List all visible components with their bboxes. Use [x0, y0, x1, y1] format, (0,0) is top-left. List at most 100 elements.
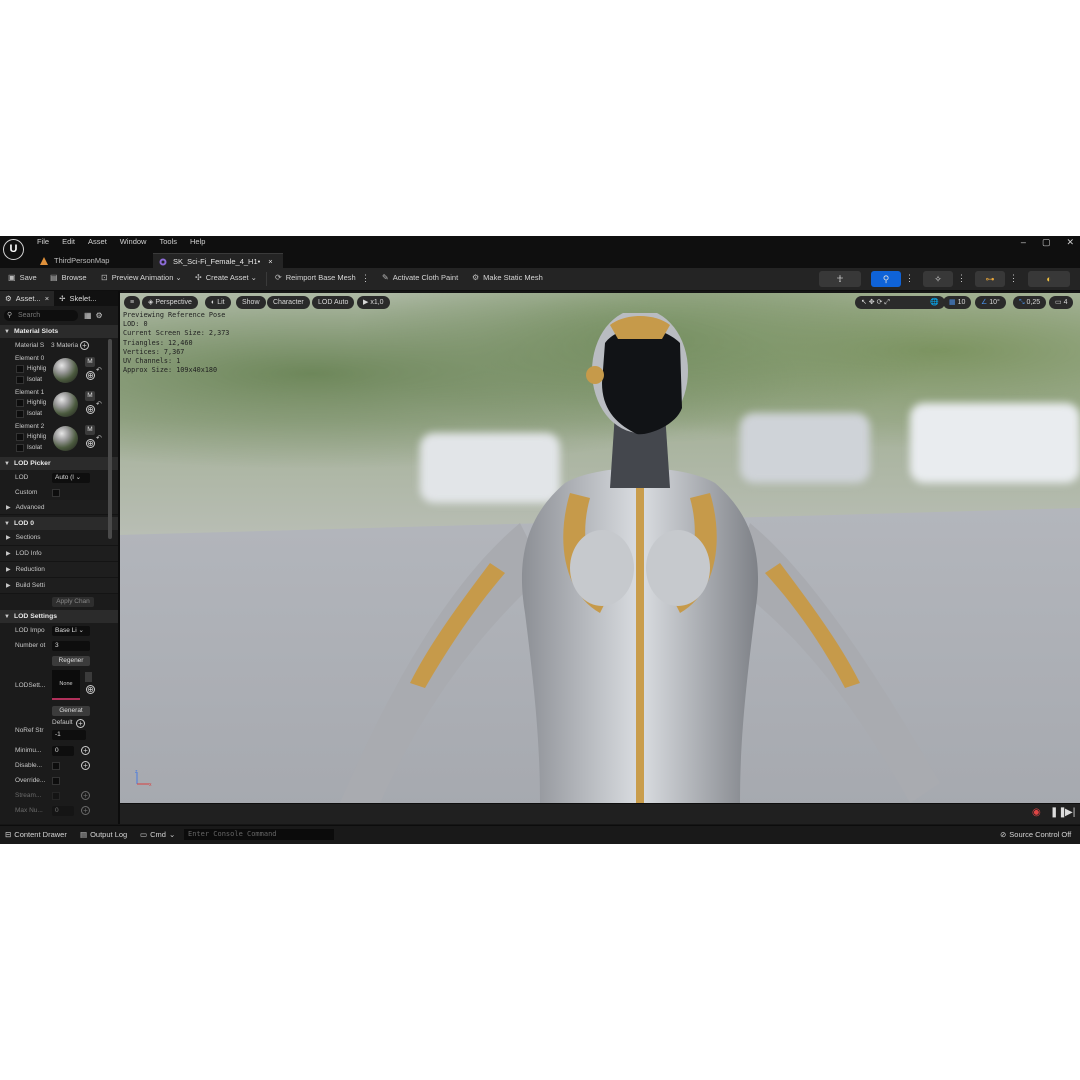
details-search-input[interactable]: ⚲ Search — [4, 310, 78, 321]
activate-cloth-paint-button[interactable]: ✎ Activate Cloth Paint — [382, 273, 458, 282]
tab-thirdpersonmap[interactable]: ThirdPersonMap — [34, 253, 115, 268]
custom-checkbox[interactable] — [52, 489, 60, 497]
menu-help[interactable]: Help — [190, 237, 205, 246]
reset-arrow-icon[interactable]: ↶ — [96, 434, 102, 442]
details-scrollbar[interactable] — [108, 339, 112, 539]
material-thumbnail[interactable] — [53, 426, 78, 451]
reimport-options-icon[interactable]: ⋮ — [361, 273, 370, 284]
lod-dropdown[interactable]: Auto (l ⌄ — [52, 473, 90, 483]
save-button[interactable]: ▣ Save — [8, 273, 37, 282]
tab-asset-details[interactable]: ⚙ Asset... × — [0, 291, 55, 306]
preview-animation-button[interactable]: ⊡ Preview Animation ⌄ — [101, 273, 182, 282]
browse-asset-icon[interactable]: ⊕ — [86, 685, 95, 694]
advanced-row[interactable]: ▶ Advanced — [0, 500, 118, 515]
lod-import-dropdown[interactable]: Base Li ⌄ — [52, 626, 90, 636]
create-asset-button[interactable]: ✣ Create Asset ⌄ — [195, 273, 257, 282]
lod-settings-thumbnail[interactable]: None — [52, 670, 80, 700]
section-material-slots[interactable]: ▼ Material Slots — [0, 325, 118, 338]
camera-speed-button[interactable]: ▭ 4 — [1049, 296, 1074, 309]
add-override-icon[interactable]: + — [81, 761, 90, 770]
preview-viewport[interactable]: ≡ ◈ Perspective ◐ Lit Show Character LOD… — [120, 293, 1080, 803]
apply-changes-button[interactable]: Apply Chan — [52, 597, 94, 607]
add-override-icon[interactable]: + — [81, 746, 90, 755]
tab-skeletal-mesh[interactable]: SK_Sci-Fi_Female_4_H1• × — [153, 253, 283, 269]
cmd-dropdown[interactable]: ▭ Cmd ⌄ — [140, 830, 175, 839]
max-num-input[interactable]: 0 — [52, 806, 74, 816]
scale-snap-button[interactable]: ⤡ 0,25 — [1013, 296, 1047, 309]
material-thumbnail[interactable] — [53, 392, 78, 417]
reset-arrow-icon[interactable]: ↶ — [96, 366, 102, 374]
perspective-button[interactable]: ◈ Perspective — [142, 296, 198, 309]
animation-mode-button[interactable]: ✧ — [923, 271, 953, 287]
material-picker[interactable]: M — [85, 391, 95, 401]
source-control-button[interactable]: ⊘ Source Control Off — [1000, 830, 1071, 839]
minimize-button[interactable]: – — [1021, 237, 1026, 248]
material-picker[interactable]: M — [85, 425, 95, 435]
material-thumbnail[interactable] — [53, 358, 78, 383]
minimum-input[interactable]: 0 — [52, 746, 74, 756]
skeleton-mode-button[interactable]: ☥ — [819, 271, 861, 287]
section-lod-settings[interactable]: ▼ LOD Settings — [0, 610, 118, 623]
physics-mode-button[interactable]: ◐ — [1028, 271, 1070, 287]
regenerate-button[interactable]: Regener — [52, 656, 90, 666]
lod-info-row[interactable]: ▶ LOD Info — [0, 546, 118, 562]
add-override-icon[interactable]: + — [81, 806, 90, 815]
menu-window[interactable]: Window — [120, 237, 147, 246]
material-picker[interactable]: M — [85, 357, 95, 367]
character-button[interactable]: Character — [267, 296, 310, 309]
isolate-checkbox[interactable] — [16, 376, 24, 384]
disable-checkbox[interactable] — [52, 762, 60, 770]
mesh-options-icon[interactable]: ⋮ — [905, 273, 914, 284]
animation-options-icon[interactable]: ⋮ — [957, 273, 966, 284]
step-forward-button[interactable]: ▶| — [1065, 807, 1075, 818]
menu-tools[interactable]: Tools — [159, 237, 177, 246]
restore-button[interactable]: ▢ — [1042, 237, 1051, 248]
override-checkbox[interactable] — [52, 777, 60, 785]
mesh-mode-button[interactable]: ⚲ — [871, 271, 901, 287]
sections-row[interactable]: ▶ Sections — [0, 530, 118, 546]
highlight-checkbox[interactable] — [16, 399, 24, 407]
tab-skeleton-tree[interactable]: ✢ Skelet... — [54, 291, 101, 306]
menu-edit[interactable]: Edit — [62, 237, 75, 246]
output-log-button[interactable]: ▤ Output Log — [80, 830, 127, 839]
reimport-base-mesh-button[interactable]: ⟳ Reimport Base Mesh — [275, 273, 356, 282]
isolate-checkbox[interactable] — [16, 444, 24, 452]
close-icon[interactable]: × — [45, 294, 49, 303]
highlight-checkbox[interactable] — [16, 433, 24, 441]
reset-arrow-icon[interactable]: ↶ — [96, 400, 102, 408]
number-of-lods-input[interactable]: 3 — [52, 641, 90, 651]
lod-auto-button[interactable]: LOD Auto — [312, 296, 355, 309]
rotation-snap-button[interactable]: ∠ 10° — [975, 296, 1006, 309]
browse-material-icon[interactable]: ⊕ — [86, 371, 95, 380]
section-lod0[interactable]: ▼ LOD 0 — [0, 517, 118, 530]
blueprint-mode-button[interactable]: ⊶ — [975, 271, 1005, 287]
lit-button[interactable]: ◐ Lit — [205, 296, 231, 309]
viewport-menu-button[interactable]: ≡ — [124, 296, 140, 309]
make-static-mesh-button[interactable]: ⚙ Make Static Mesh — [472, 273, 543, 282]
world-local-toggle[interactable]: 🌐 — [930, 296, 939, 309]
add-material-icon[interactable]: + — [80, 341, 89, 350]
show-button[interactable]: Show — [236, 296, 266, 309]
menu-asset[interactable]: Asset — [88, 237, 107, 246]
grid-snap-button[interactable]: ▦ 10 — [943, 296, 972, 309]
console-command-input[interactable]: Enter Console Command — [184, 829, 334, 840]
playback-speed-button[interactable]: ▶ x1,0 — [357, 296, 390, 309]
record-button[interactable]: ◉ — [1032, 807, 1041, 818]
content-drawer-button[interactable]: ⊟ Content Drawer — [5, 830, 67, 839]
isolate-checkbox[interactable] — [16, 410, 24, 418]
generate-button[interactable]: Generat — [52, 706, 90, 716]
menu-file[interactable]: File — [37, 237, 49, 246]
build-settings-row[interactable]: ▶ Build Setti — [0, 578, 118, 594]
unreal-logo-icon[interactable] — [3, 239, 24, 260]
reduction-row[interactable]: ▶ Reduction — [0, 562, 118, 578]
close-tab-icon[interactable]: × — [268, 257, 272, 266]
add-override-icon[interactable]: + — [81, 791, 90, 800]
section-lod-picker[interactable]: ▼ LOD Picker — [0, 457, 118, 470]
stream-checkbox[interactable] — [52, 792, 60, 800]
browse-button[interactable]: ▤ Browse — [50, 273, 87, 282]
add-platform-icon[interactable]: + — [76, 719, 85, 728]
view-options-icon[interactable]: ▦⚙ — [84, 311, 107, 320]
browse-material-icon[interactable]: ⊕ — [86, 439, 95, 448]
highlight-checkbox[interactable] — [16, 365, 24, 373]
noref-input[interactable]: -1 — [52, 730, 86, 740]
